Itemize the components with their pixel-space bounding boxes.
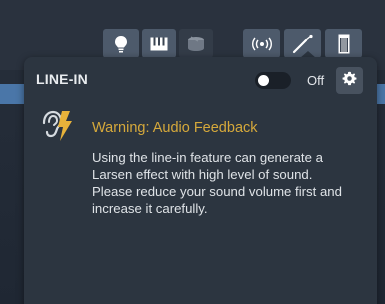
- settings-button[interactable]: [336, 67, 363, 94]
- toolbar-bulb-button[interactable]: [103, 29, 139, 58]
- toolbar-amp-button[interactable]: [325, 29, 362, 58]
- panel-title: LINE-IN: [36, 71, 88, 87]
- toolbar-piano-button[interactable]: [142, 29, 176, 58]
- toolbar-drum-button[interactable]: [179, 29, 213, 58]
- piano-keys-icon: [150, 37, 168, 51]
- drum-icon: [187, 35, 205, 52]
- warning-text-2: Please reduce your sound volume first an…: [92, 184, 342, 216]
- ear-lightning-icon: [38, 107, 76, 145]
- toggle-knob: [258, 75, 269, 86]
- wireless-icon: [250, 36, 274, 52]
- warning-title: Warning: Audio Feedback: [92, 120, 258, 136]
- gear-icon: [342, 71, 357, 91]
- line-in-toggle[interactable]: [255, 72, 291, 89]
- toolbar-wireless-button[interactable]: [243, 29, 280, 58]
- warning-text-1: Using the line-in feature can generate a…: [92, 150, 323, 182]
- warning-body: Using the line-in feature can generate a…: [92, 149, 357, 217]
- app-window: LINE-IN Off Warning: Audio Feedback Usin…: [0, 0, 385, 304]
- toggle-state-label: Off: [307, 73, 325, 88]
- amp-icon: [338, 34, 350, 54]
- line-in-popover: LINE-IN Off Warning: Audio Feedback Usin…: [24, 57, 377, 304]
- bulb-icon: [114, 35, 128, 53]
